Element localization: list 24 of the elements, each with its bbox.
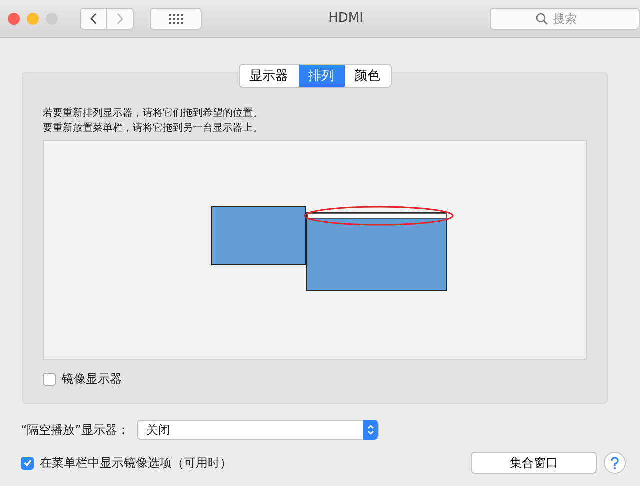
- back-button[interactable]: [80, 8, 107, 30]
- gather-windows-button[interactable]: 集合窗口: [471, 452, 597, 474]
- airplay-label: “隔空播放”显示器：: [21, 422, 130, 438]
- checkbox[interactable]: [21, 456, 34, 470]
- show-all-button[interactable]: [150, 8, 202, 30]
- close-icon[interactable]: [8, 12, 20, 24]
- grid-icon: [169, 14, 183, 24]
- search-icon: [536, 12, 548, 24]
- tab[interactable]: 排列: [298, 65, 344, 87]
- airplay-dropdown[interactable]: 关闭: [137, 420, 380, 440]
- instruction-text: 要重新放置菜单栏，请将它拖到另一台显示器上。: [43, 122, 264, 136]
- up-down-arrows-icon: [366, 424, 375, 436]
- search-field[interactable]: 搜索: [490, 8, 640, 30]
- checkbox[interactable]: [43, 373, 56, 386]
- display-thumbnail[interactable]: [306, 212, 448, 292]
- help-button[interactable]: [604, 452, 626, 474]
- chevron-left-icon: [90, 12, 98, 24]
- checkbox-label: 在菜单栏中显示镜像选项（可用时）: [40, 454, 232, 472]
- question-mark-icon: [610, 456, 620, 470]
- chevron-right-icon: [116, 12, 124, 24]
- window-title: HDMI: [328, 11, 364, 26]
- checkbox-label: 镜像显示器: [62, 371, 122, 388]
- display-thumbnail[interactable]: [212, 206, 306, 266]
- instruction-text: 若要重新排列显示器，请将它们拖到希望的位置。: [43, 106, 264, 121]
